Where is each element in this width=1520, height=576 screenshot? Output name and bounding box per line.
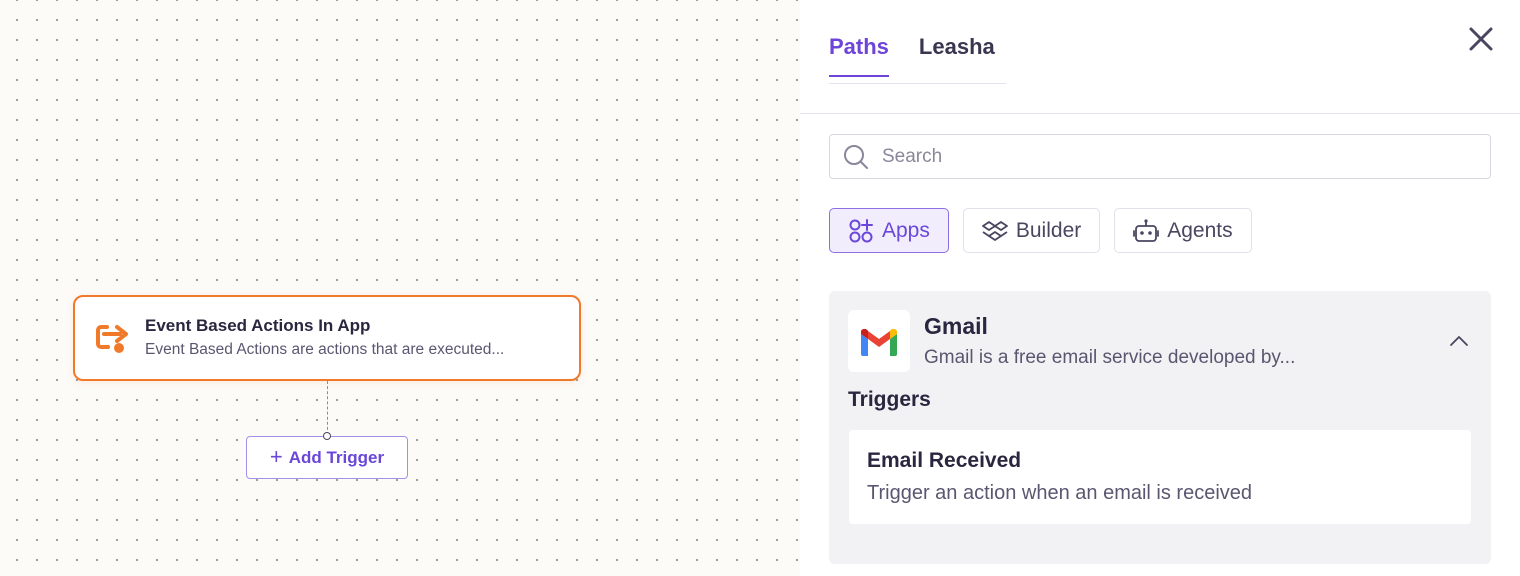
search-icon	[844, 144, 868, 169]
app-card-gmail[interactable]: Gmail Gmail is a free email service deve…	[829, 291, 1491, 564]
filter-builder-label: Builder	[1015, 218, 1082, 242]
filter-chips: Apps Builder Agents	[829, 208, 1252, 253]
filter-apps-button[interactable]: Apps	[829, 208, 949, 253]
panel-divider	[800, 113, 1520, 114]
triggers-heading: Triggers	[848, 388, 931, 411]
filter-agents-button[interactable]: Agents	[1114, 208, 1252, 253]
panel-tabs: Paths Leasha	[829, 34, 1025, 77]
side-panel: Paths Leasha Apps	[800, 0, 1520, 576]
plus-icon: +	[269, 443, 283, 469]
search-input[interactable]	[882, 145, 1462, 168]
node-text: Event Based Actions In App Event Based A…	[145, 315, 565, 361]
add-trigger-button[interactable]: + Add Trigger	[246, 436, 408, 479]
chevron-up-icon[interactable]	[1447, 329, 1471, 353]
tabs-underline	[829, 83, 1006, 84]
trigger-item-email-received[interactable]: Email Received Trigger an action when an…	[849, 430, 1471, 524]
apps-icon	[849, 218, 873, 242]
app-name: Gmail	[924, 313, 988, 339]
app-root: Event Based Actions In App Event Based A…	[0, 0, 1520, 576]
tab-paths[interactable]: Paths	[829, 34, 889, 77]
node-description: Event Based Actions are actions that are…	[145, 341, 505, 358]
filter-builder-button[interactable]: Builder	[962, 208, 1101, 253]
connector-handle[interactable]	[323, 432, 331, 440]
workflow-node-event-based-actions[interactable]: Event Based Actions In App Event Based A…	[73, 295, 581, 381]
trigger-description: Trigger an action when an email is recei…	[867, 482, 1253, 504]
trigger-title: Email Received	[867, 449, 1022, 472]
robot-icon	[1133, 218, 1160, 242]
add-trigger-label: Add Trigger	[288, 447, 385, 467]
tab-leasha[interactable]: Leasha	[919, 34, 995, 77]
filter-apps-label: Apps	[882, 218, 930, 242]
event-redirect-icon	[96, 325, 128, 353]
gmail-logo	[848, 310, 910, 372]
node-title: Event Based Actions In App	[145, 316, 371, 335]
workflow-canvas[interactable]: Event Based Actions In App Event Based A…	[0, 0, 800, 576]
search-field[interactable]	[829, 134, 1491, 179]
node-connector-line	[327, 381, 328, 435]
app-description: Gmail is a free email service developed …	[924, 347, 1296, 368]
filter-agents-label: Agents	[1167, 218, 1233, 242]
gmail-icon	[861, 328, 897, 356]
close-icon[interactable]	[1466, 24, 1496, 54]
builder-icon	[981, 220, 1008, 241]
